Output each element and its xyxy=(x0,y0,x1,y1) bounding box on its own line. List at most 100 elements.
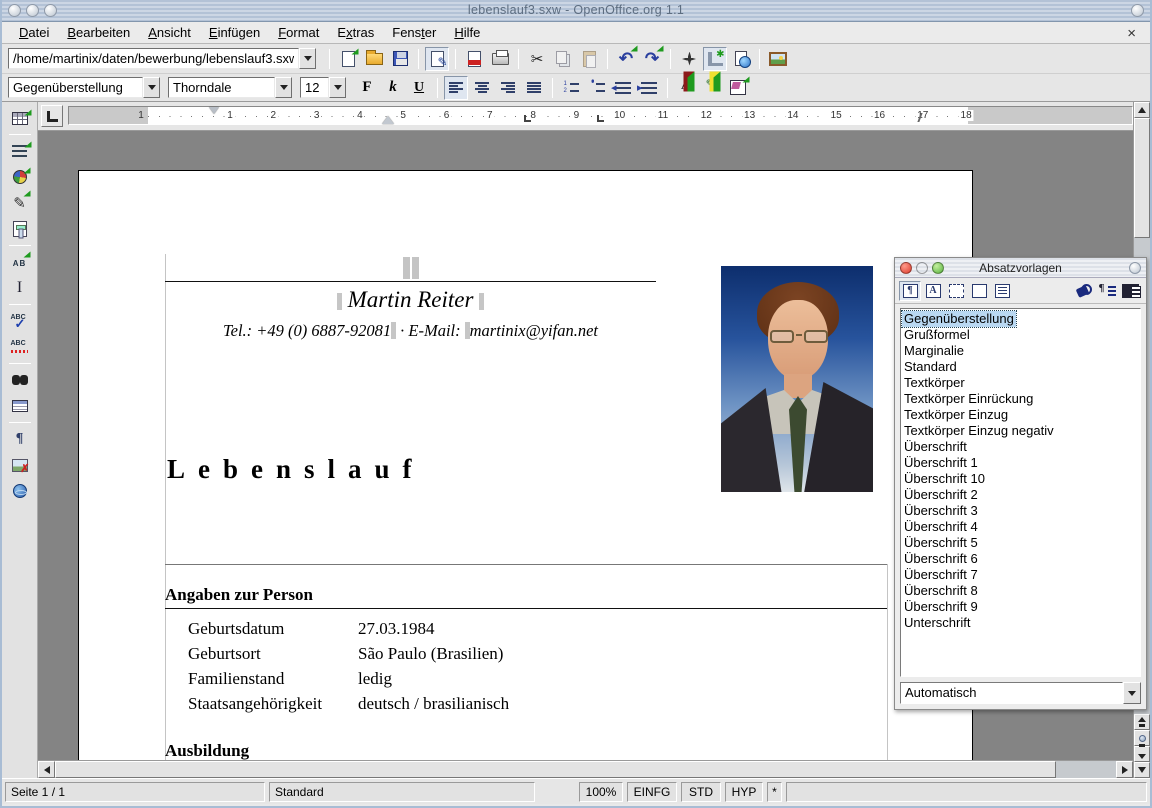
style-list-item[interactable]: Überschrift 4 xyxy=(902,519,1139,535)
align-right-button[interactable] xyxy=(496,76,520,100)
portrait-photo[interactable] xyxy=(721,266,873,492)
status-page-style[interactable]: Standard xyxy=(269,782,535,802)
font-size-value[interactable]: 12 xyxy=(300,77,329,98)
bold-button[interactable]: F xyxy=(355,76,379,100)
indent-marker[interactable] xyxy=(382,116,394,124)
horizontal-scroll-thumb[interactable] xyxy=(55,761,1056,778)
scroll-down-button[interactable] xyxy=(1134,762,1150,778)
document-contact-line[interactable]: Tel.: +49 (0) 6887-92081· E-Mail:martini… xyxy=(119,321,702,341)
personal-data-row[interactable]: Geburtsdatum27.03.1984 xyxy=(188,619,828,644)
new-document-button[interactable] xyxy=(336,47,360,71)
style-list-item[interactable]: Überschrift 5 xyxy=(902,535,1139,551)
edit-file-button[interactable] xyxy=(425,47,449,71)
menu-fenster[interactable]: Fenster xyxy=(383,23,445,42)
hyperlink-dialog-button[interactable] xyxy=(729,47,753,71)
url-input[interactable] xyxy=(13,51,294,66)
status-selection-mode[interactable]: STD xyxy=(681,782,721,802)
style-list-item[interactable]: Standard xyxy=(902,359,1139,375)
menu-extras[interactable]: Extras xyxy=(328,23,383,42)
style-list-item[interactable]: Textkörper xyxy=(902,375,1139,391)
paragraph-style-combo[interactable]: Gegenüberstellung xyxy=(8,77,160,98)
find-replace-button[interactable] xyxy=(8,368,32,392)
titlebar[interactable]: lebenslauf3.sxw - OpenOffice.org 1.1 xyxy=(2,0,1150,22)
font-name-value[interactable]: Thorndale xyxy=(168,77,275,98)
numbered-list-button[interactable] xyxy=(559,76,583,100)
stylist-panel[interactable]: Absatzvorlagen ¶ A GegenüberstellungGruß… xyxy=(894,257,1147,710)
section-heading-ausbildung[interactable]: Ausbildung xyxy=(165,741,249,760)
size-dropdown-button[interactable] xyxy=(329,77,346,98)
menu-hilfe[interactable]: Hilfe xyxy=(445,23,489,42)
style-list-item[interactable]: Überschrift xyxy=(902,439,1139,455)
character-styles-button[interactable]: A xyxy=(922,281,944,301)
fill-format-mode-button[interactable] xyxy=(1073,281,1095,301)
italic-button[interactable]: k xyxy=(381,76,405,100)
frame-styles-button[interactable] xyxy=(945,281,967,301)
menu-bearbeiten[interactable]: Bearbeiten xyxy=(58,23,139,42)
personal-data-row[interactable]: Familienstandledig xyxy=(188,669,828,694)
graphics-toggle-button[interactable] xyxy=(8,453,32,477)
style-list-item[interactable]: Überschrift 7 xyxy=(902,567,1139,583)
font-size-combo[interactable]: 12 xyxy=(300,77,346,98)
status-zoom[interactable]: 100% xyxy=(579,782,623,802)
insert-fields-button[interactable] xyxy=(8,139,32,163)
style-list-item[interactable]: Unterschrift xyxy=(902,615,1139,631)
style-list-item[interactable]: Überschrift 3 xyxy=(902,503,1139,519)
panel-rollup-button[interactable] xyxy=(1129,262,1141,274)
data-sources-button[interactable] xyxy=(8,394,32,418)
status-hyperlink-mode[interactable]: HYP xyxy=(725,782,763,802)
undo-button[interactable] xyxy=(614,47,638,71)
page-header[interactable] xyxy=(165,255,656,282)
spellcheck-button[interactable] xyxy=(8,309,32,333)
font-dropdown-button[interactable] xyxy=(275,77,292,98)
horizontal-scrollbar[interactable] xyxy=(38,760,1133,778)
window-shade-button[interactable] xyxy=(1131,4,1144,17)
style-list-item[interactable]: Marginalie xyxy=(902,343,1139,359)
cut-button[interactable] xyxy=(525,47,549,71)
numbering-styles-button[interactable] xyxy=(991,281,1013,301)
insert-form-button[interactable] xyxy=(8,217,32,241)
first-line-indent-marker[interactable] xyxy=(209,107,219,114)
paragraph-style-value[interactable]: Gegenüberstellung xyxy=(8,77,143,98)
menu-datei[interactable]: Datei xyxy=(10,23,58,42)
style-filter-value[interactable]: Automatisch xyxy=(900,682,1123,704)
style-list-item[interactable]: Überschrift 8 xyxy=(902,583,1139,599)
paste-button[interactable] xyxy=(577,47,601,71)
style-list-item[interactable]: Grußformel xyxy=(902,327,1139,343)
font-name-combo[interactable]: Thorndale xyxy=(168,77,292,98)
personal-data-row[interactable]: Staatsangehörigkeitdeutsch / brasilianis… xyxy=(188,694,828,719)
status-insert-mode[interactable]: EINFG xyxy=(627,782,677,802)
draw-functions-button[interactable] xyxy=(8,191,32,215)
align-center-button[interactable] xyxy=(470,76,494,100)
gallery-button[interactable] xyxy=(766,47,790,71)
update-style-button[interactable] xyxy=(1119,281,1141,301)
increase-indent-button[interactable] xyxy=(637,76,661,100)
load-url-combo[interactable] xyxy=(8,48,316,69)
autotext-button[interactable] xyxy=(8,250,32,274)
align-left-button[interactable] xyxy=(444,76,468,100)
style-dropdown-button[interactable] xyxy=(143,77,160,98)
navigator-button[interactable] xyxy=(677,47,701,71)
style-list-item[interactable]: Textkörper Einzug negativ xyxy=(902,423,1139,439)
style-list-item[interactable]: Überschrift 6 xyxy=(902,551,1139,567)
underline-button[interactable]: U xyxy=(407,76,431,100)
tab-type-selector[interactable] xyxy=(41,105,63,127)
auto-spellcheck-button[interactable] xyxy=(8,335,32,359)
nonprinting-characters-button[interactable] xyxy=(8,427,32,451)
menu-ansicht[interactable]: Ansicht xyxy=(139,23,200,42)
highlighting-button[interactable] xyxy=(700,76,724,100)
horizontal-ruler[interactable]: 1 123456789101112131415161718 xyxy=(68,106,1133,125)
menu-format[interactable]: Format xyxy=(269,23,328,42)
page-styles-button[interactable] xyxy=(968,281,990,301)
style-list-item[interactable]: Gegenüberstellung xyxy=(902,311,1016,327)
stylist-titlebar[interactable]: Absatzvorlagen xyxy=(895,258,1146,278)
print-button[interactable] xyxy=(488,47,512,71)
style-list-item[interactable]: Textkörper Einrückung xyxy=(902,391,1139,407)
tab-stop-marker[interactable] xyxy=(597,115,604,122)
new-style-from-selection-button[interactable] xyxy=(1096,281,1118,301)
next-page-button[interactable] xyxy=(1134,746,1150,762)
previous-page-button[interactable] xyxy=(1134,714,1150,730)
online-layout-button[interactable] xyxy=(8,479,32,503)
insert-button[interactable] xyxy=(8,106,32,130)
export-pdf-button[interactable] xyxy=(462,47,486,71)
decrease-indent-button[interactable] xyxy=(611,76,635,100)
